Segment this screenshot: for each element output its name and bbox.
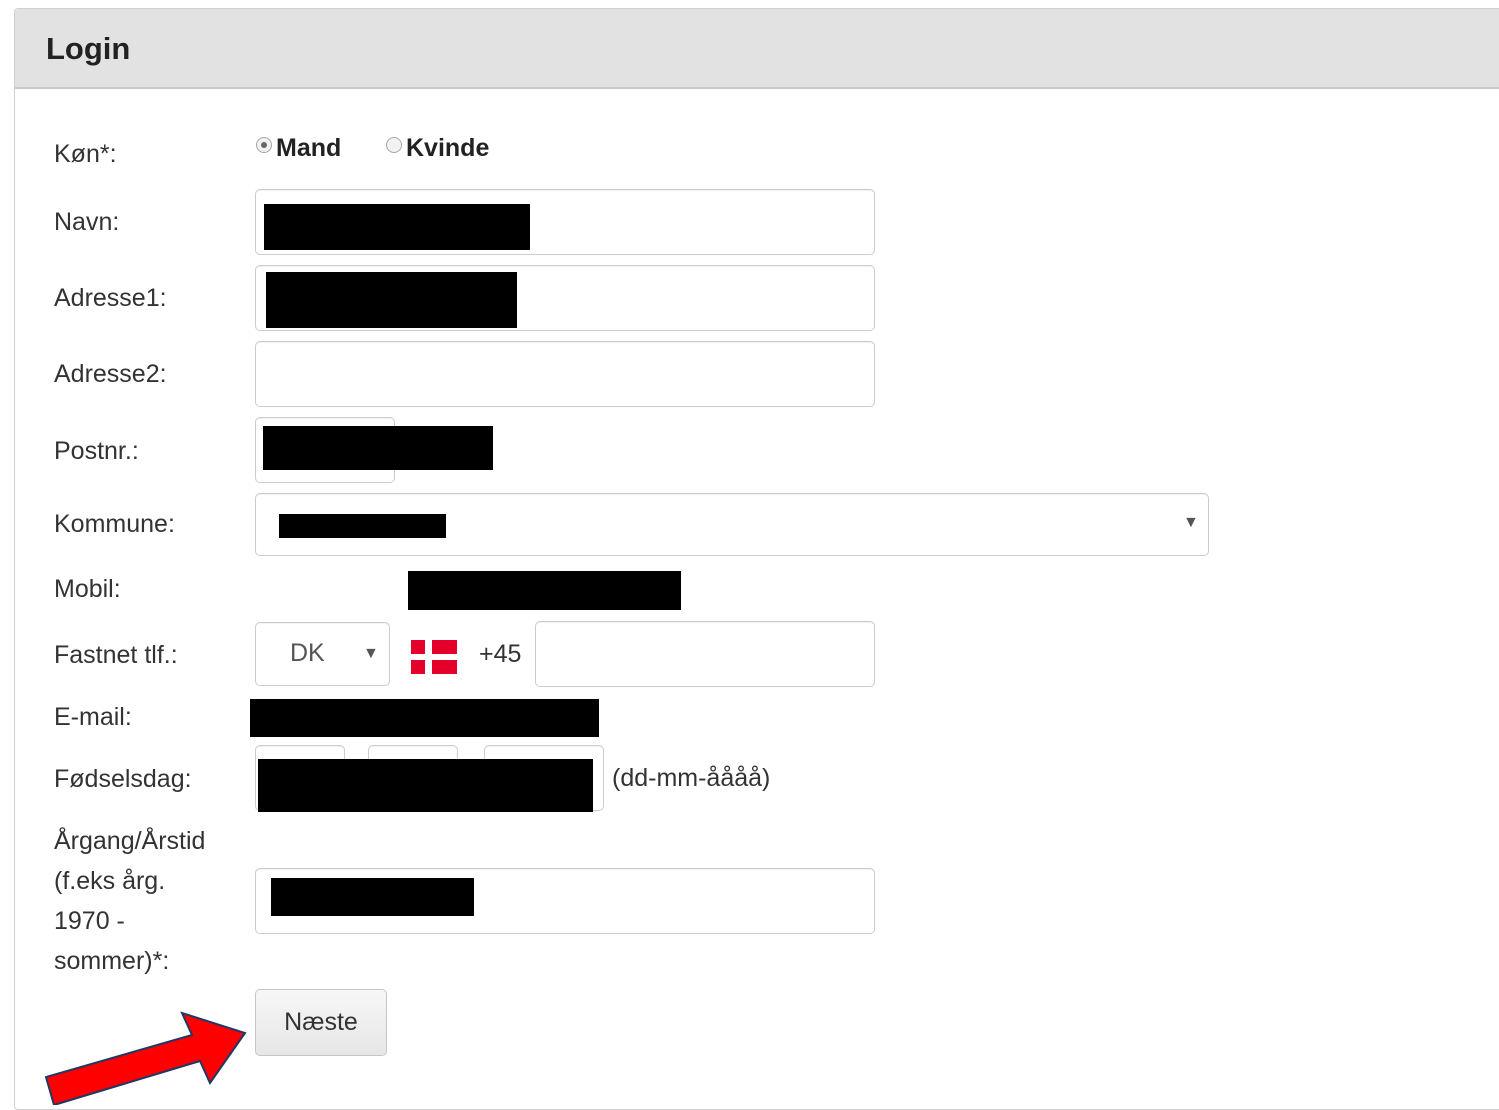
landline-input[interactable] <box>535 621 875 687</box>
redacted-block <box>279 514 446 538</box>
class-year-label-line: (f.eks årg. <box>54 867 166 895</box>
class-year-label-line: Årgang/Årstid <box>54 827 206 855</box>
redacted-block <box>263 426 493 470</box>
gender-option-female[interactable]: Kvinde <box>386 134 489 163</box>
address1-input[interactable] <box>255 265 875 331</box>
country-select-value: DK <box>290 639 325 667</box>
birthday-label: Fødselsdag: <box>54 765 192 793</box>
address2-label: Adresse2: <box>54 360 167 388</box>
address2-input[interactable] <box>255 341 875 407</box>
class-year-label-line: sommer)*: <box>54 947 170 975</box>
redacted-block <box>264 204 530 250</box>
radio-female-label: Kvinde <box>406 134 490 162</box>
radio-female[interactable] <box>386 136 402 153</box>
redacted-block <box>266 272 517 328</box>
birthday-format-hint: (dd-mm-åååå) <box>612 764 771 792</box>
gender-label: Køn*: <box>54 140 117 168</box>
email-label: E-mail: <box>54 703 132 731</box>
phone-prefix: +45 <box>479 640 522 668</box>
name-input[interactable] <box>255 189 875 255</box>
chevron-down-icon: ▼ <box>363 645 379 662</box>
municipality-label: Kommune: <box>54 510 175 538</box>
next-button[interactable]: Næste <box>255 989 387 1056</box>
login-panel: Login <box>14 8 1499 1110</box>
gender-option-male[interactable]: Mand <box>256 134 341 163</box>
class-year-input[interactable] <box>255 868 875 934</box>
name-label: Navn: <box>54 208 120 236</box>
mobile-label: Mobil: <box>54 575 121 603</box>
panel-header: Login <box>15 9 1499 89</box>
redacted-block <box>250 699 599 737</box>
redacted-block <box>271 878 474 916</box>
redacted-block <box>258 759 593 812</box>
landline-label: Fastnet tlf.: <box>54 641 178 669</box>
pointer-arrow-icon <box>44 1011 247 1105</box>
denmark-flag-icon <box>411 640 457 674</box>
class-year-label-line: 1970 - <box>54 907 125 935</box>
class-year-label: Årgang/Årstid (f.eks årg. 1970 - sommer)… <box>54 821 205 981</box>
radio-male-label: Mand <box>276 134 342 162</box>
postal-label: Postnr.: <box>54 437 139 465</box>
country-select[interactable]: DK ▼ <box>255 622 390 686</box>
radio-male[interactable] <box>256 136 272 153</box>
panel-title: Login <box>46 31 131 66</box>
municipality-select[interactable]: ▼ <box>255 493 1209 556</box>
chevron-down-icon: ▼ <box>1183 514 1199 531</box>
address1-label: Adresse1: <box>54 284 167 312</box>
redacted-block <box>408 571 681 610</box>
